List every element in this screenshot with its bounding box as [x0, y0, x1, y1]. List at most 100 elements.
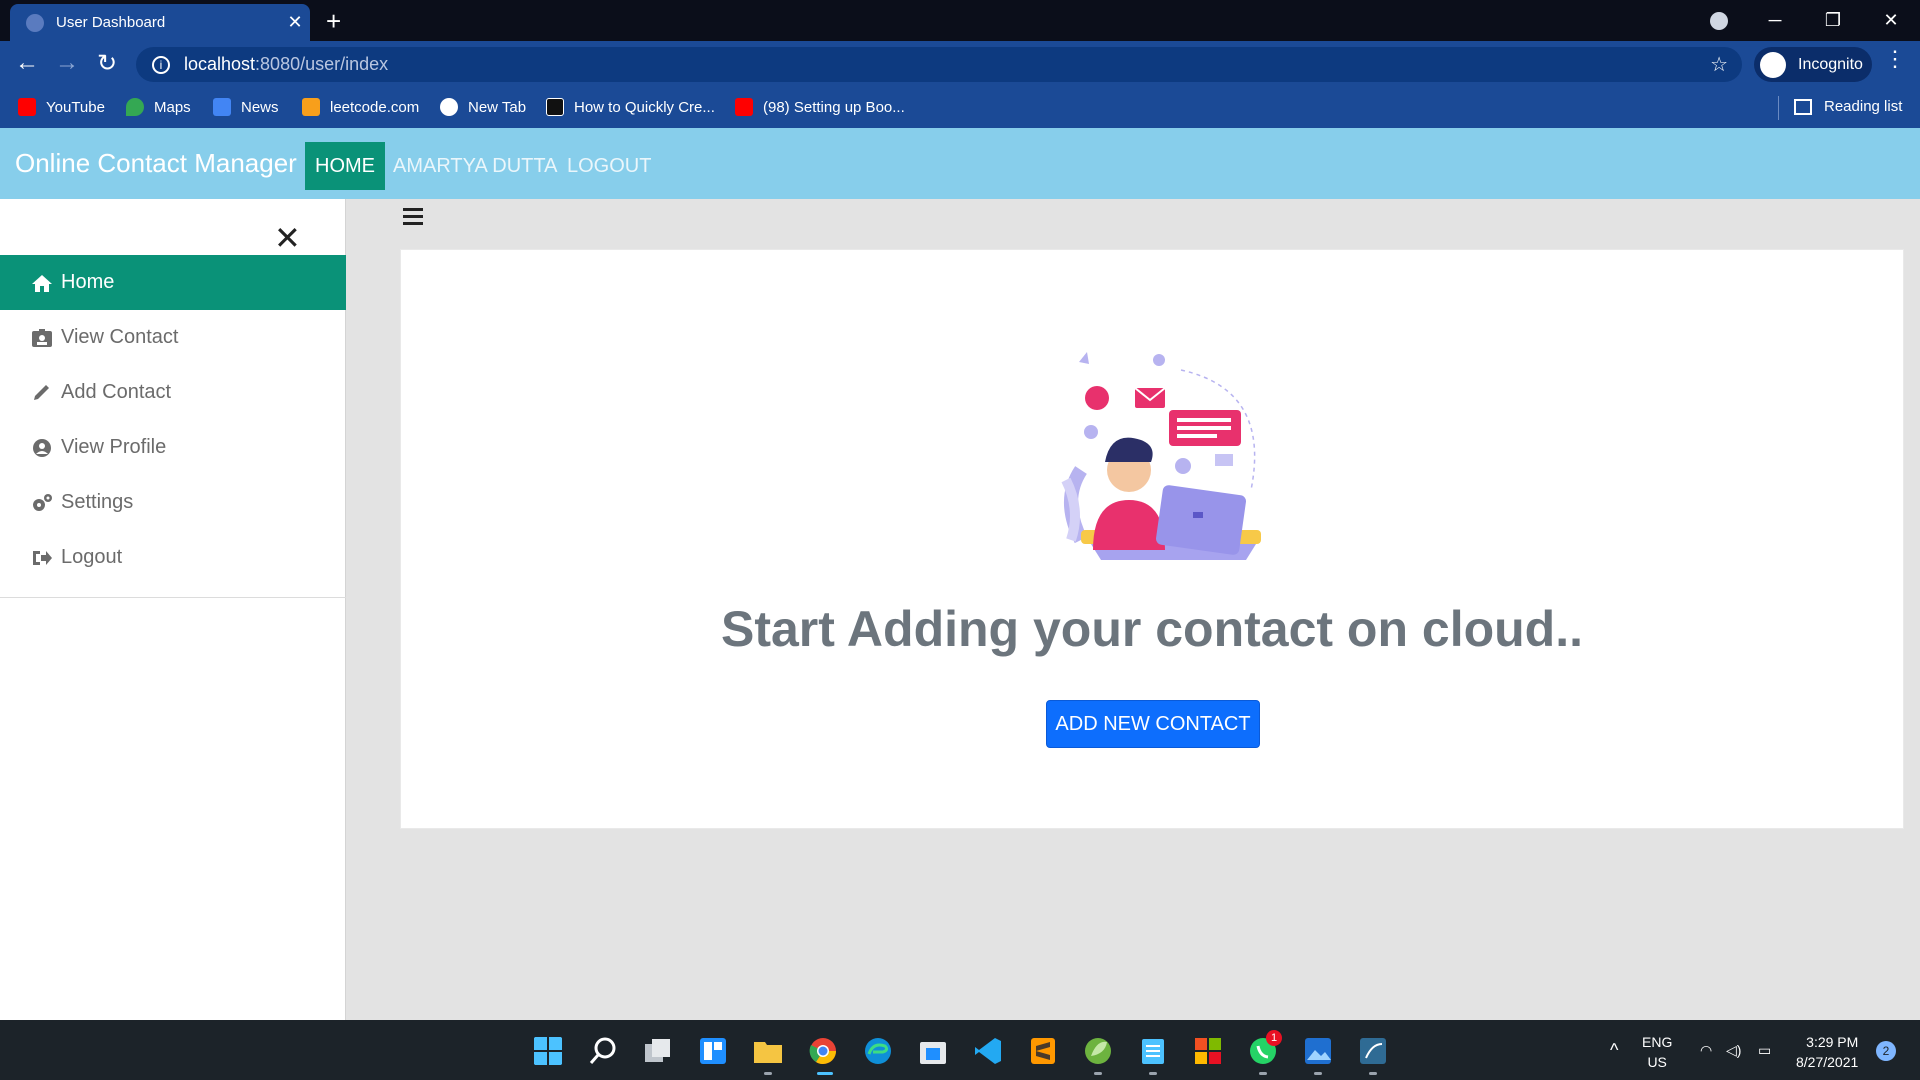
bookmark-label: leetcode.com [330, 98, 420, 116]
os-taskbar: 1 ^ ENG US ◠ ◁) ▭ 3:29 PM 8/27/2021 2 [0, 1020, 1920, 1080]
user-circle-icon [33, 438, 51, 457]
htg-icon [546, 98, 564, 116]
youtube-icon [735, 98, 753, 116]
close-sidebar-icon[interactable]: ✕ [274, 219, 301, 257]
active-app-indicator [817, 1072, 833, 1075]
window-controls: ─ ❐ ✕ [1746, 0, 1920, 41]
language-code: ENG [1642, 1034, 1673, 1050]
bookmark-youtube-video[interactable]: (98) Setting up Boo... [735, 98, 905, 116]
windows-start-icon[interactable] [533, 1036, 563, 1066]
bookmark-label: How to Quickly Cre... [574, 98, 715, 116]
clock-time: 3:29 PM [1806, 1034, 1859, 1050]
chevron-up-icon[interactable]: ^ [1610, 1040, 1618, 1060]
file-explorer-icon[interactable] [753, 1036, 783, 1066]
bookmark-htg[interactable]: How to Quickly Cre... [546, 98, 715, 116]
photos-icon[interactable] [1303, 1036, 1333, 1066]
browser-tab[interactable]: User Dashboard ✕ [10, 4, 310, 41]
reading-list[interactable]: Reading list [1794, 98, 1902, 115]
top-navbar: Online Contact Manager HOME AMARTYA DUTT… [0, 128, 1920, 199]
volume-icon[interactable]: ◁) [1726, 1040, 1741, 1060]
incognito-profile-button[interactable]: Incognito [1754, 47, 1872, 82]
widgets-icon[interactable] [698, 1036, 728, 1066]
notepad-icon[interactable] [1138, 1036, 1168, 1066]
sidebar-item-label: View Contact [61, 326, 179, 348]
pencil-icon [34, 384, 49, 400]
url-path: :8080/user/index [255, 54, 389, 74]
customer-support-illustration [1061, 352, 1261, 560]
language-indicator[interactable]: ENG US [1642, 1032, 1672, 1072]
leetcode-icon [302, 98, 320, 116]
gears-icon [33, 493, 52, 511]
address-bar[interactable]: i localhost:8080/user/index ☆ [136, 47, 1742, 82]
reload-icon[interactable]: ↻ [92, 49, 122, 78]
youtube-icon [18, 98, 36, 116]
running-indicator [1259, 1072, 1267, 1075]
bookmark-label: New Tab [468, 98, 527, 116]
nav-home-link[interactable]: HOME [305, 142, 385, 190]
running-indicator [764, 1072, 772, 1075]
sidebar-item-logout[interactable]: Logout [0, 530, 346, 585]
bookmark-maps[interactable]: Maps [126, 98, 191, 116]
bookmark-new-tab[interactable]: New Tab [440, 98, 526, 116]
reading-list-icon [1794, 98, 1812, 115]
tab-search-icon[interactable] [1710, 12, 1728, 30]
notification-count-badge[interactable]: 2 [1876, 1041, 1896, 1061]
sidebar-item-view-profile[interactable]: View Profile [0, 420, 346, 475]
globe-icon [440, 98, 458, 116]
bookmark-leetcode[interactable]: leetcode.com [302, 98, 419, 116]
site-info-icon[interactable]: i [152, 55, 170, 74]
bookmarks-bar: YouTube Maps News leetcode.com New Tab H… [0, 88, 1920, 128]
search-icon[interactable] [588, 1036, 618, 1066]
incognito-favicon-icon [26, 13, 44, 32]
brand-title[interactable]: Online Contact Manager [15, 148, 297, 179]
back-arrow-icon[interactable]: ← [12, 49, 42, 77]
clock-date: 8/27/2021 [1796, 1054, 1859, 1070]
whatsapp-badge: 1 [1266, 1030, 1282, 1046]
spring-tools-icon[interactable] [1083, 1036, 1113, 1066]
url-host: localhost [184, 54, 256, 74]
sidebar-item-home[interactable]: Home [0, 255, 346, 310]
clock[interactable]: 3:29 PM 8/27/2021 [1796, 1032, 1858, 1072]
add-new-contact-button[interactable]: ADD NEW CONTACT [1046, 700, 1260, 748]
restore-icon[interactable]: ❐ [1804, 10, 1862, 31]
incognito-icon [1760, 51, 1786, 78]
maps-icon [126, 98, 144, 116]
news-icon [213, 98, 231, 116]
bookmark-divider [1778, 96, 1779, 120]
bookmark-youtube[interactable]: YouTube [18, 98, 105, 116]
running-indicator [1369, 1072, 1377, 1075]
nav-user-link[interactable]: AMARTYA DUTTA [383, 142, 567, 190]
bookmark-label: News [241, 98, 279, 116]
close-tab-icon[interactable]: ✕ [280, 12, 310, 33]
sidebar-item-settings[interactable]: Settings [0, 475, 346, 530]
hamburger-menu-icon[interactable] [403, 208, 423, 229]
browser-menu-icon[interactable]: ⋮ [1884, 46, 1906, 72]
wifi-icon[interactable]: ◠ [1700, 1040, 1712, 1060]
minimize-icon[interactable]: ─ [1746, 10, 1804, 31]
edge-icon[interactable] [863, 1036, 893, 1066]
task-view-icon[interactable] [643, 1036, 673, 1066]
store-icon[interactable] [918, 1036, 948, 1066]
mysql-workbench-icon[interactable] [1358, 1036, 1388, 1066]
running-indicator [1149, 1072, 1157, 1075]
forward-arrow-icon[interactable]: → [52, 49, 82, 77]
sublime-icon[interactable] [1028, 1036, 1058, 1066]
sidebar-item-label: Logout [61, 546, 123, 568]
running-indicator [1314, 1072, 1322, 1075]
main-card: Start Adding your contact on cloud.. ADD… [400, 249, 1904, 829]
sidebar-item-label: Add Contact [61, 381, 172, 403]
close-window-icon[interactable]: ✕ [1862, 10, 1920, 31]
vscode-icon[interactable] [973, 1036, 1003, 1066]
new-tab-button[interactable]: + [326, 6, 341, 37]
battery-icon[interactable]: ▭ [1758, 1040, 1771, 1060]
sidebar-item-label: Settings [61, 491, 134, 513]
sidebar-item-label: View Profile [61, 436, 167, 458]
bookmark-label: (98) Setting up Boo... [763, 98, 905, 116]
sidebar-item-view-contact[interactable]: View Contact [0, 310, 346, 365]
chrome-icon[interactable] [808, 1036, 838, 1066]
bookmark-news[interactable]: News [213, 98, 279, 116]
nav-logout-link[interactable]: LOGOUT [557, 142, 661, 190]
bookmark-star-icon[interactable]: ☆ [1710, 52, 1728, 77]
sidebar-item-add-contact[interactable]: Add Contact [0, 365, 346, 420]
office-apps-icon[interactable] [1193, 1036, 1223, 1066]
